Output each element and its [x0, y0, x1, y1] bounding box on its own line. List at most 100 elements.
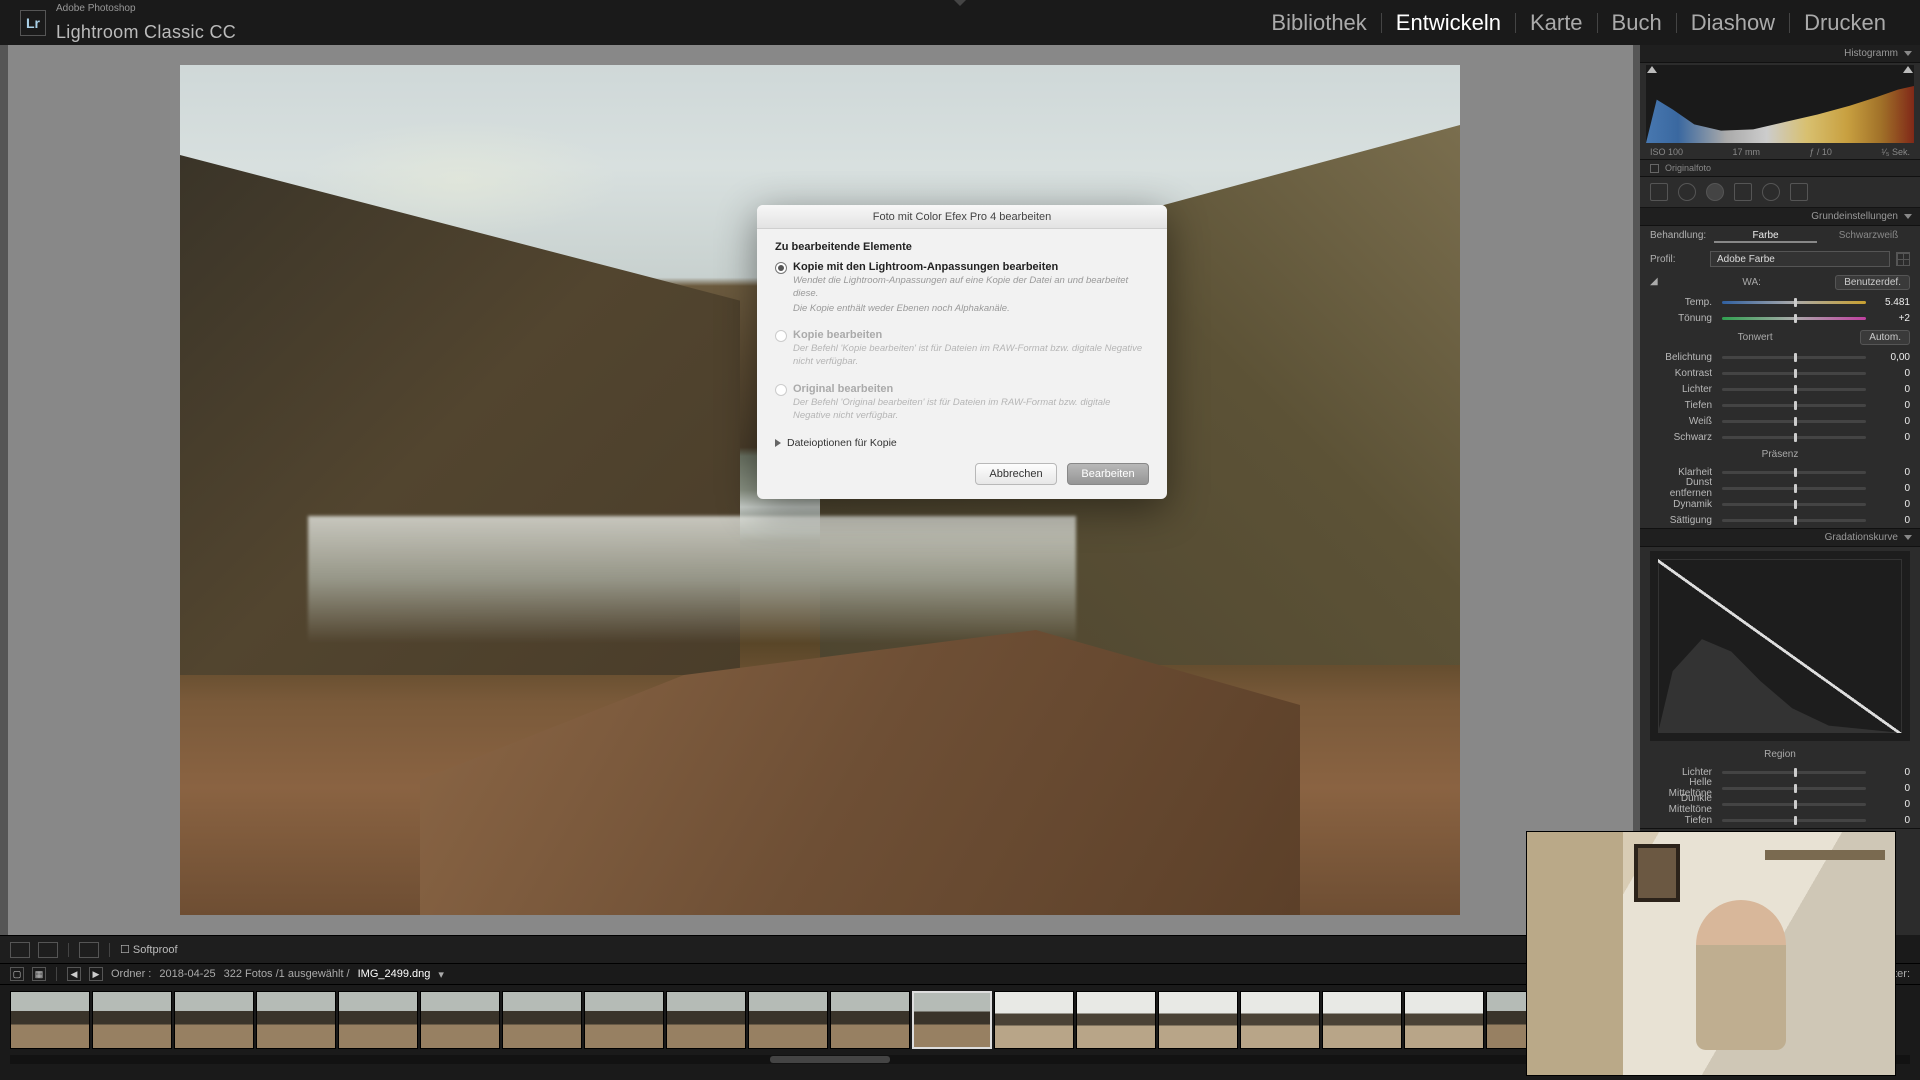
- radial-tool-icon[interactable]: [1762, 183, 1780, 201]
- region-darks-value[interactable]: 0: [1870, 815, 1910, 826]
- checkbox-icon[interactable]: [1650, 164, 1659, 173]
- dehaze-value[interactable]: 0: [1870, 483, 1910, 494]
- thumb[interactable]: [994, 991, 1074, 1049]
- treatment-color[interactable]: Farbe: [1714, 230, 1817, 243]
- thumb[interactable]: [1322, 991, 1402, 1049]
- scrollbar-thumb[interactable]: [770, 1056, 890, 1063]
- eyedropper-icon[interactable]: ◢: [1650, 276, 1668, 290]
- panel-toggle-icon[interactable]: [1904, 214, 1912, 219]
- temp-value[interactable]: 5.481: [1870, 297, 1910, 308]
- tone-curve[interactable]: [1650, 551, 1910, 741]
- option-copy-with-adjustments[interactable]: Kopie mit den Lightroom-Anpassungen bear…: [775, 261, 1149, 315]
- thumb[interactable]: [1404, 991, 1484, 1049]
- saturation-slider[interactable]: [1722, 519, 1866, 522]
- thumb[interactable]: [92, 991, 172, 1049]
- folder-name[interactable]: 2018-04-25: [159, 968, 215, 980]
- panel-header-histogram[interactable]: Histogramm: [1640, 45, 1920, 63]
- contrast-slider[interactable]: [1722, 372, 1866, 375]
- region-hmid-value[interactable]: 0: [1870, 783, 1910, 794]
- panel-toggle-icon[interactable]: [1904, 535, 1912, 540]
- tint-value[interactable]: +2: [1870, 313, 1910, 324]
- grid-icon[interactable]: ▦: [32, 967, 46, 981]
- region-darks-slider[interactable]: [1722, 819, 1866, 822]
- highlights-slider[interactable]: [1722, 388, 1866, 391]
- softproof-checkbox[interactable]: ☐ Softproof: [120, 943, 178, 956]
- highlights-value[interactable]: 0: [1870, 384, 1910, 395]
- tint-slider[interactable]: [1722, 317, 1866, 320]
- panel-collapse-handle-top[interactable]: [925, 0, 995, 8]
- redeye-tool-icon[interactable]: [1706, 183, 1724, 201]
- wb-preset-select[interactable]: Benutzerdef.: [1835, 275, 1910, 290]
- exposure-slider[interactable]: [1722, 356, 1866, 359]
- brush-tool-icon[interactable]: [1790, 183, 1808, 201]
- shadows-value[interactable]: 0: [1870, 400, 1910, 411]
- thumb[interactable]: [748, 991, 828, 1049]
- module-print[interactable]: Drucken: [1790, 10, 1900, 36]
- panel-toggle-icon[interactable]: [1904, 51, 1912, 56]
- nav-fwd-icon[interactable]: ▶: [89, 967, 103, 981]
- crop-tool-icon[interactable]: [1650, 183, 1668, 201]
- blacks-slider[interactable]: [1722, 436, 1866, 439]
- thumb[interactable]: [830, 991, 910, 1049]
- nav-back-icon[interactable]: ◀: [67, 967, 81, 981]
- blacks-value[interactable]: 0: [1870, 432, 1910, 443]
- whites-slider[interactable]: [1722, 420, 1866, 423]
- dehaze-slider[interactable]: [1722, 487, 1866, 490]
- clarity-slider[interactable]: [1722, 471, 1866, 474]
- edit-button[interactable]: Bearbeiten: [1067, 463, 1149, 485]
- profile-select[interactable]: Adobe Farbe: [1710, 251, 1890, 267]
- spot-tool-icon[interactable]: [1678, 183, 1696, 201]
- thumb[interactable]: [338, 991, 418, 1049]
- radio-selected-icon[interactable]: [775, 262, 787, 274]
- module-develop[interactable]: Entwickeln: [1382, 10, 1515, 36]
- histogram[interactable]: [1646, 65, 1914, 143]
- clarity-value[interactable]: 0: [1870, 467, 1910, 478]
- loupe-view-icon[interactable]: [10, 942, 30, 958]
- shadows-slider[interactable]: [1722, 404, 1866, 407]
- thumb[interactable]: [502, 991, 582, 1049]
- panel-header-basic[interactable]: Grundeinstellungen: [1640, 208, 1920, 226]
- curve-line[interactable]: [1658, 559, 1902, 733]
- ba-mode-icon[interactable]: [79, 942, 99, 958]
- original-photo-row[interactable]: Originalfoto: [1640, 159, 1920, 177]
- profile-browser-icon[interactable]: [1896, 252, 1910, 266]
- region-dmid-slider[interactable]: [1722, 803, 1866, 806]
- whites-value[interactable]: 0: [1870, 416, 1910, 427]
- current-filename[interactable]: IMG_2499.dng: [358, 968, 431, 980]
- saturation-value[interactable]: 0: [1870, 515, 1910, 526]
- thumb-selected[interactable]: • • • • •: [912, 991, 992, 1049]
- region-hmid-slider[interactable]: [1722, 787, 1866, 790]
- vibrance-value[interactable]: 0: [1870, 499, 1910, 510]
- thumb[interactable]: [1240, 991, 1320, 1049]
- clip-shadow-icon[interactable]: [1647, 66, 1657, 73]
- before-after-icon[interactable]: [38, 942, 58, 958]
- module-library[interactable]: Bibliothek: [1257, 10, 1380, 36]
- second-monitor-icon[interactable]: ▢: [10, 967, 24, 981]
- treatment-bw[interactable]: Schwarzweiß: [1817, 230, 1920, 243]
- vibrance-slider[interactable]: [1722, 503, 1866, 506]
- filename-menu-icon[interactable]: ▾: [438, 968, 444, 981]
- disclosure-file-options[interactable]: Dateioptionen für Kopie: [775, 437, 1149, 449]
- thumb[interactable]: [10, 991, 90, 1049]
- clip-highlight-icon[interactable]: [1903, 66, 1913, 73]
- region-lights-slider[interactable]: [1722, 771, 1866, 774]
- region-dmid-value[interactable]: 0: [1870, 799, 1910, 810]
- module-book[interactable]: Buch: [1598, 10, 1676, 36]
- thumb[interactable]: [256, 991, 336, 1049]
- temp-slider[interactable]: [1722, 301, 1866, 304]
- thumb[interactable]: [174, 991, 254, 1049]
- panel-header-curve[interactable]: Gradationskurve: [1640, 529, 1920, 547]
- thumb[interactable]: [666, 991, 746, 1049]
- module-map[interactable]: Karte: [1516, 10, 1597, 36]
- thumb[interactable]: [1076, 991, 1156, 1049]
- auto-tone-button[interactable]: Autom.: [1860, 330, 1910, 345]
- grad-tool-icon[interactable]: [1734, 183, 1752, 201]
- thumb[interactable]: [420, 991, 500, 1049]
- module-slideshow[interactable]: Diashow: [1677, 10, 1789, 36]
- contrast-value[interactable]: 0: [1870, 368, 1910, 379]
- thumb[interactable]: [1158, 991, 1238, 1049]
- exposure-value[interactable]: 0,00: [1870, 352, 1910, 363]
- region-lights-value[interactable]: 0: [1870, 767, 1910, 778]
- cancel-button[interactable]: Abbrechen: [975, 463, 1057, 485]
- thumb[interactable]: [584, 991, 664, 1049]
